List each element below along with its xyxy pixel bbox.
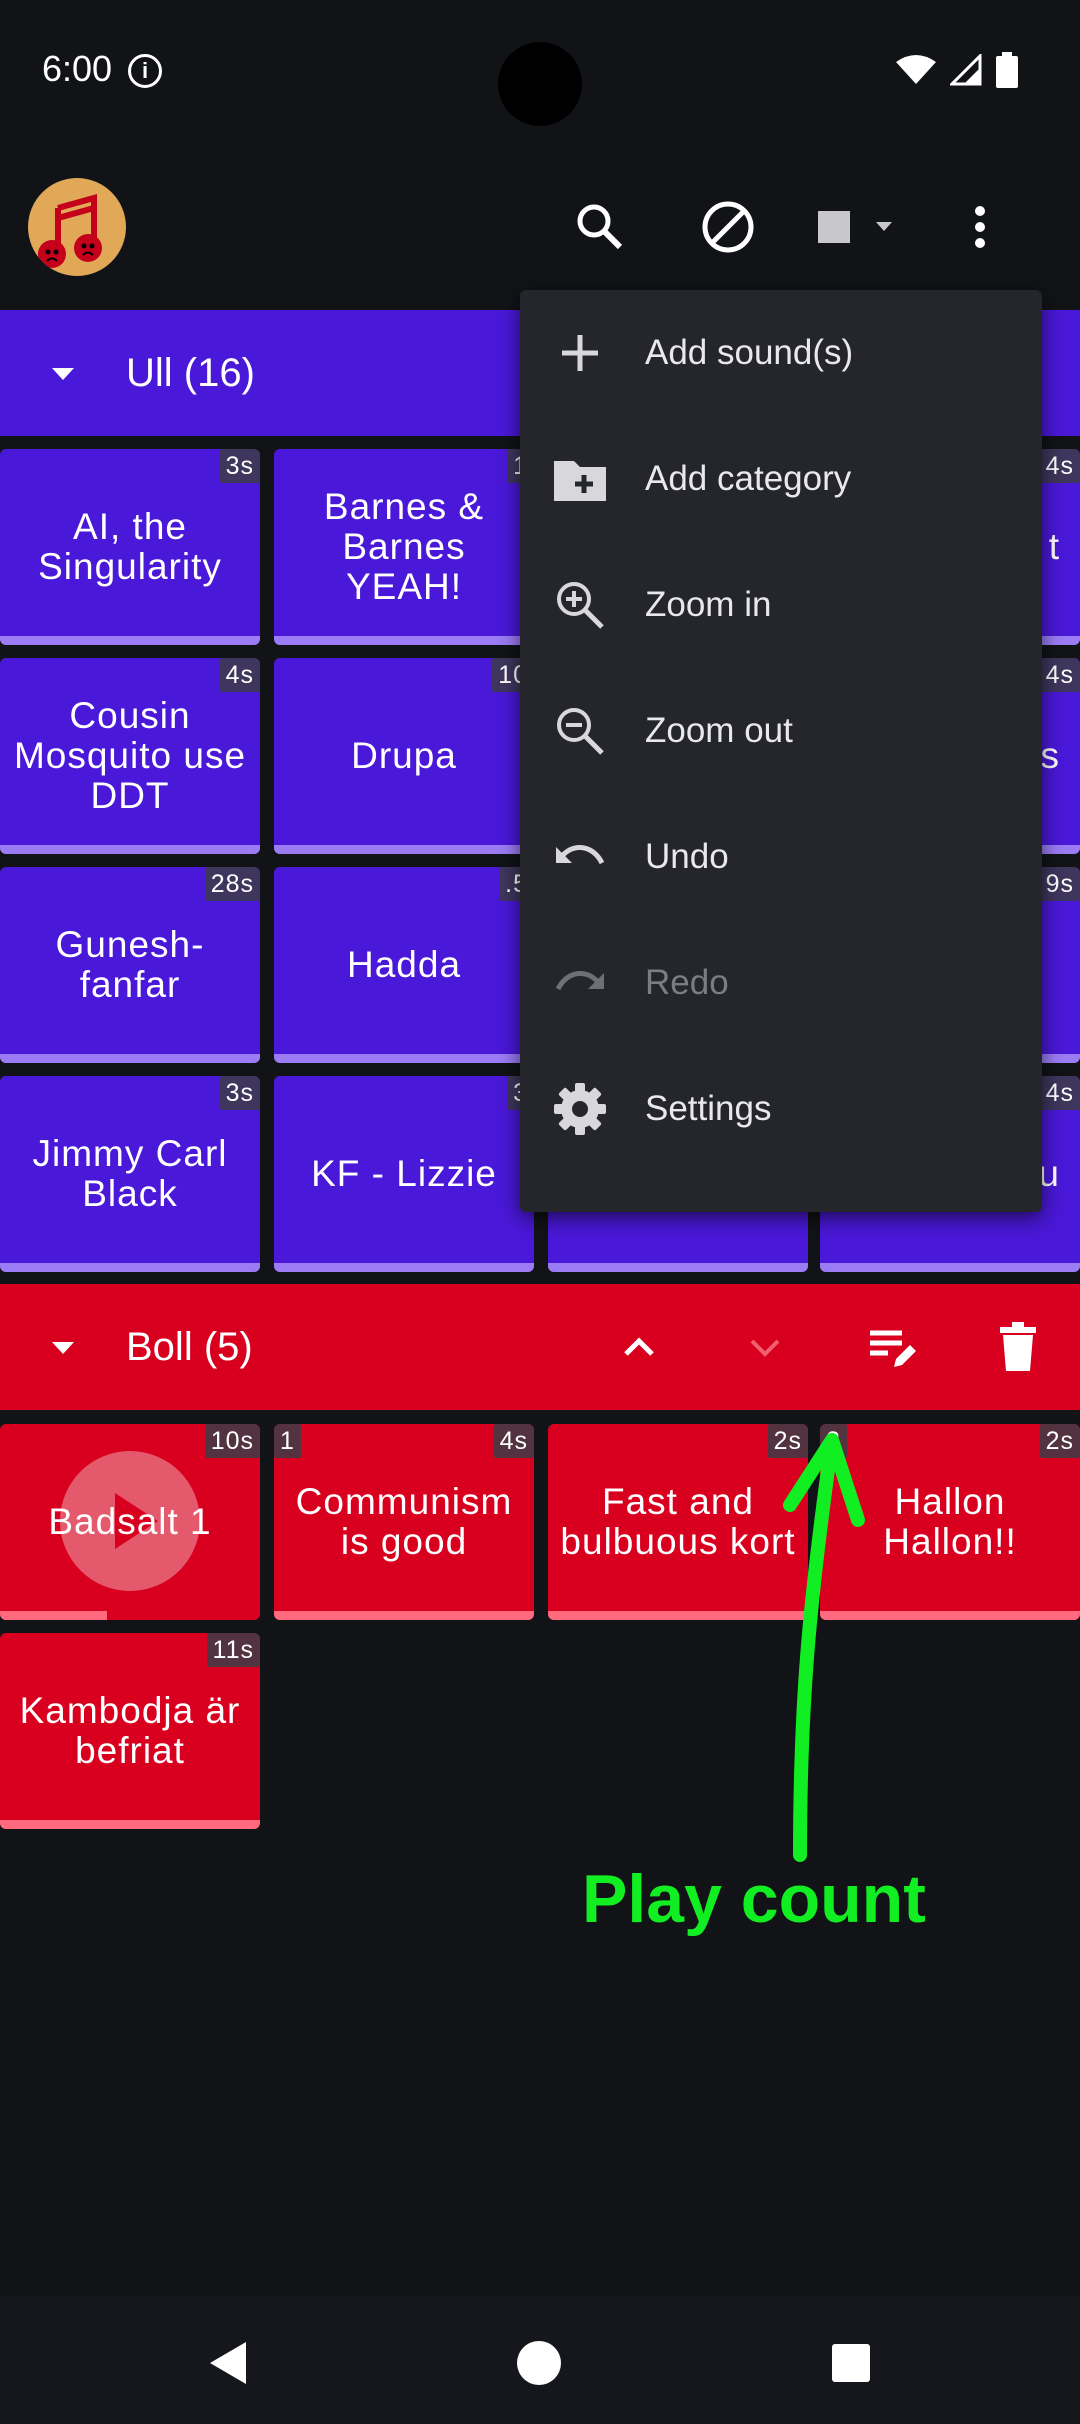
home-icon[interactable] bbox=[516, 2340, 562, 2386]
zoom-in-icon bbox=[557, 582, 604, 629]
app-screen: 6:00 i Ull (16) AI, the Singularity 3s B… bbox=[0, 0, 1080, 2424]
menu-item-add-category[interactable]: Add category bbox=[520, 416, 1042, 542]
undo-icon bbox=[556, 845, 605, 865]
menu-item-label: Zoom out bbox=[645, 711, 793, 750]
menu-item-label: Add sound(s) bbox=[645, 333, 854, 372]
menu-item-label: Redo bbox=[645, 963, 729, 1002]
menu-item-settings[interactable]: Settings bbox=[520, 1046, 1042, 1172]
redo-icon bbox=[555, 971, 604, 991]
folder-add-icon bbox=[554, 461, 606, 501]
menu-item-add-sounds[interactable]: Add sound(s) bbox=[520, 290, 1042, 416]
zoom-out-icon bbox=[557, 708, 604, 755]
gear-icon bbox=[554, 1083, 606, 1135]
back-icon[interactable] bbox=[206, 2340, 252, 2386]
menu-item-zoom-in[interactable]: Zoom in bbox=[520, 542, 1042, 668]
menu-item-zoom-out[interactable]: Zoom out bbox=[520, 668, 1042, 794]
menu-item-label: Settings bbox=[645, 1089, 772, 1128]
recents-icon[interactable] bbox=[830, 2342, 872, 2384]
overflow-menu: Add sound(s) Add category Zoom in Zoom o… bbox=[520, 290, 1042, 1212]
annotation-label: Play count bbox=[582, 1861, 926, 1937]
menu-item-undo[interactable]: Undo bbox=[520, 794, 1042, 920]
menu-item-redo: Redo bbox=[520, 920, 1042, 1046]
menu-item-label: Undo bbox=[645, 837, 729, 876]
navigation-bar bbox=[0, 2296, 1080, 2424]
menu-item-label: Zoom in bbox=[645, 585, 772, 624]
menu-item-label: Add category bbox=[645, 459, 852, 498]
plus-icon bbox=[562, 335, 598, 371]
